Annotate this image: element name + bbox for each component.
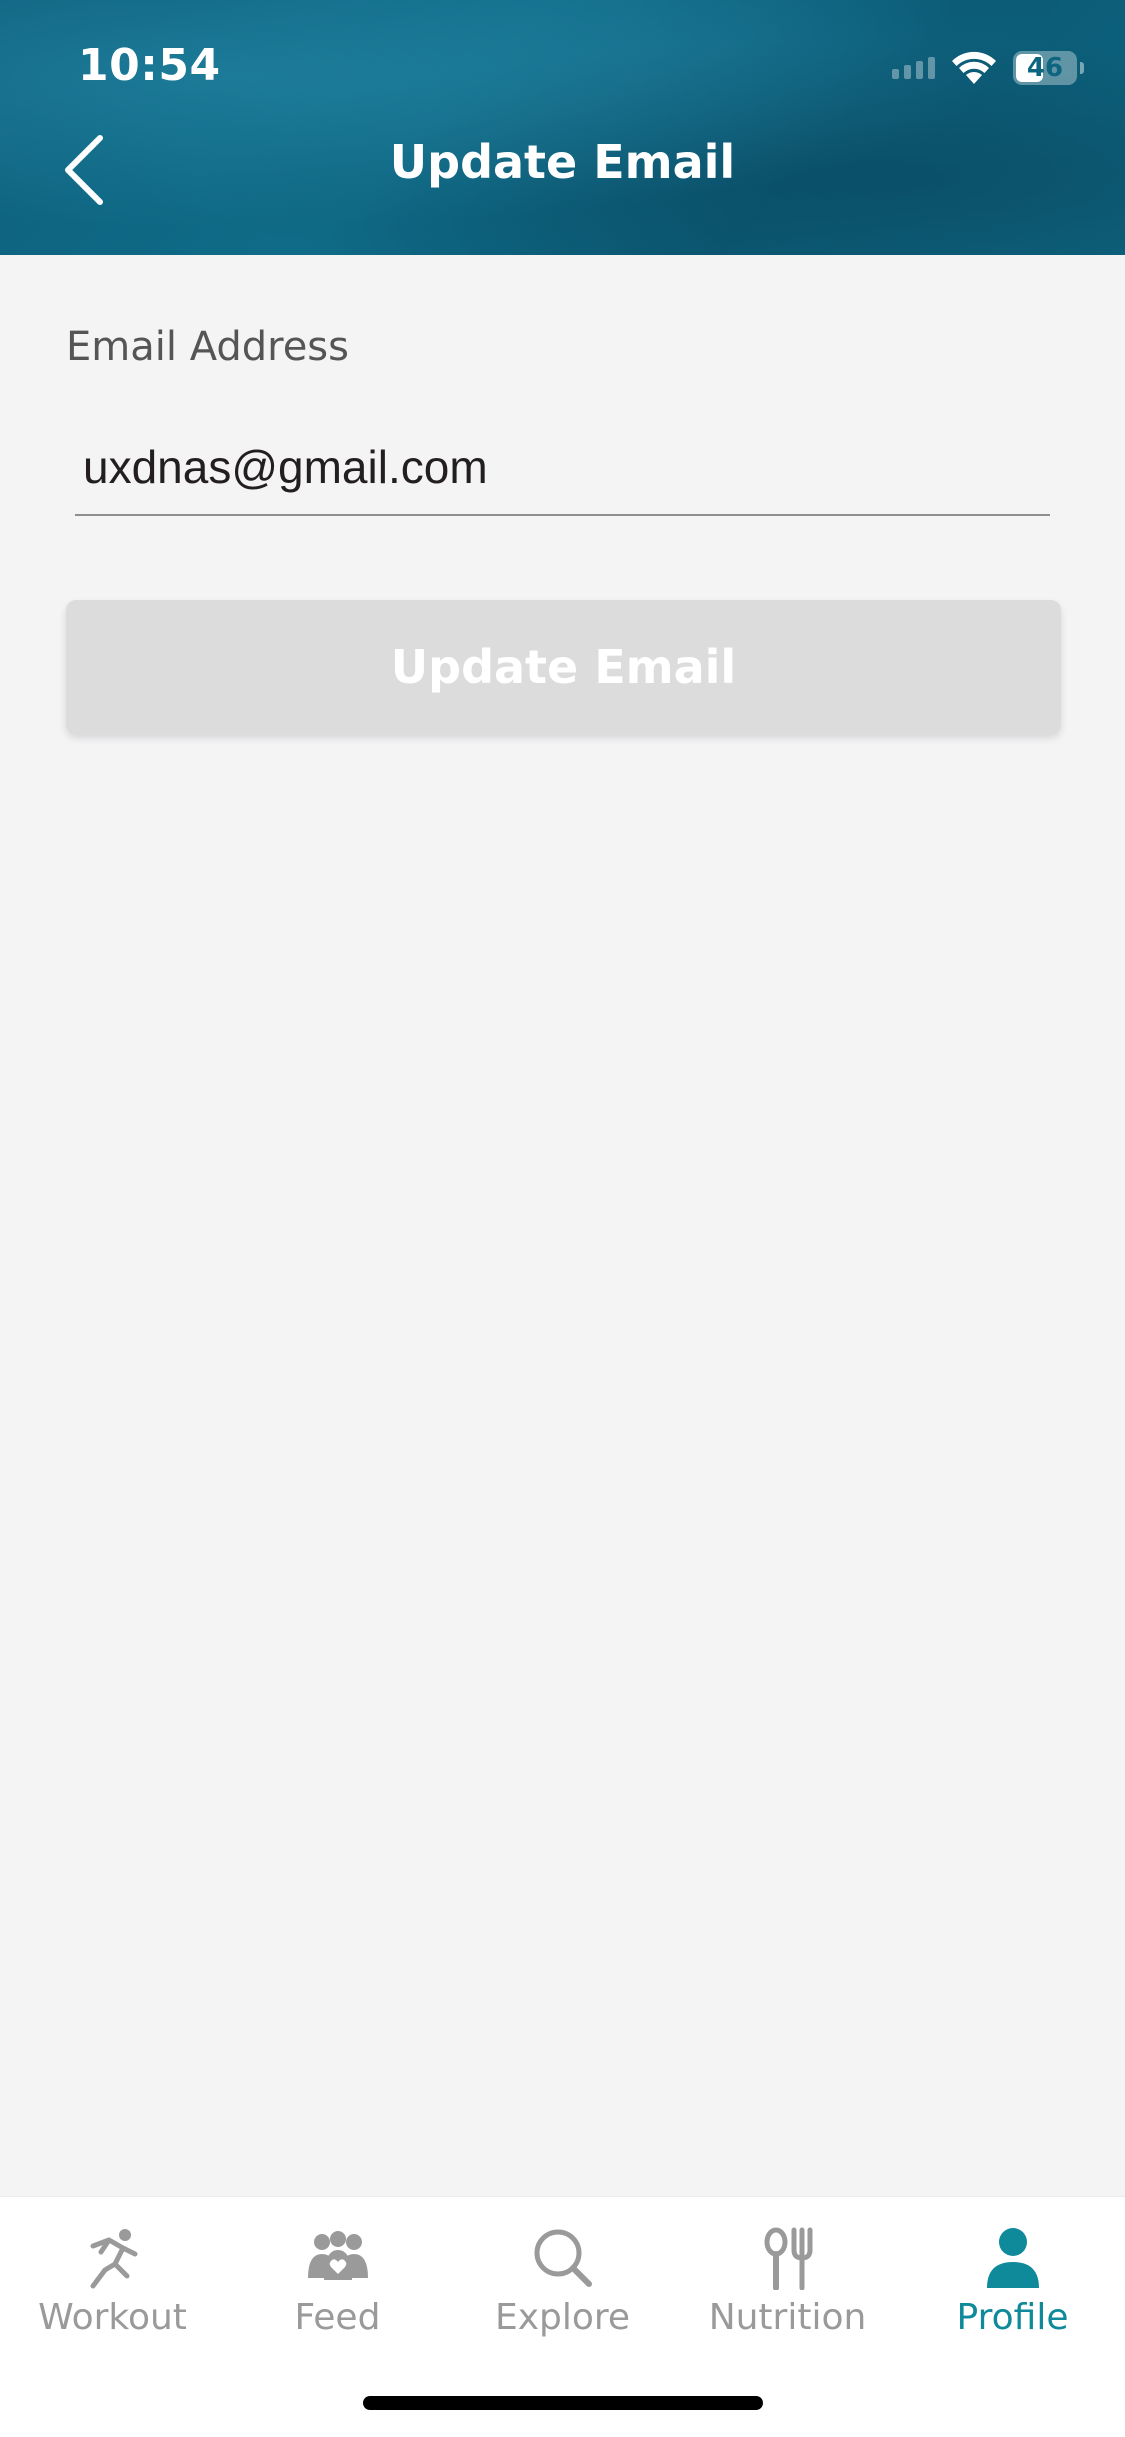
people-heart-icon: [303, 2225, 373, 2291]
tab-profile[interactable]: Profile: [900, 2225, 1125, 2338]
status-icons: 46: [892, 48, 1084, 88]
tab-nutrition[interactable]: Nutrition: [675, 2225, 900, 2338]
tab-feed[interactable]: Feed: [225, 2225, 450, 2338]
email-field[interactable]: [75, 420, 1050, 516]
update-email-button[interactable]: Update Email: [66, 600, 1061, 734]
tab-label: Explore: [494, 2297, 631, 2338]
home-indicator: [363, 2396, 763, 2410]
person-icon: [978, 2225, 1048, 2291]
running-person-icon: [78, 2225, 148, 2291]
header-bar: 10:54 46 Update Email: [0, 0, 1125, 255]
battery-percent: 46: [1026, 53, 1064, 83]
tab-workout[interactable]: Workout: [0, 2225, 225, 2338]
tab-label: Workout: [38, 2297, 187, 2338]
battery-icon: 46: [1013, 51, 1084, 85]
cellular-signal-icon: [892, 57, 935, 79]
email-label: Email Address: [66, 324, 349, 370]
wifi-icon: [952, 51, 996, 84]
status-time: 10:54: [78, 40, 221, 91]
magnifier-icon: [528, 2225, 598, 2291]
tab-label: Nutrition: [708, 2297, 867, 2338]
fork-spoon-icon: [753, 2225, 823, 2291]
tab-explore[interactable]: Explore: [450, 2225, 675, 2338]
tab-label: Feed: [294, 2297, 381, 2338]
page-title: Update Email: [389, 135, 736, 189]
tab-label: Profile: [956, 2297, 1069, 2338]
